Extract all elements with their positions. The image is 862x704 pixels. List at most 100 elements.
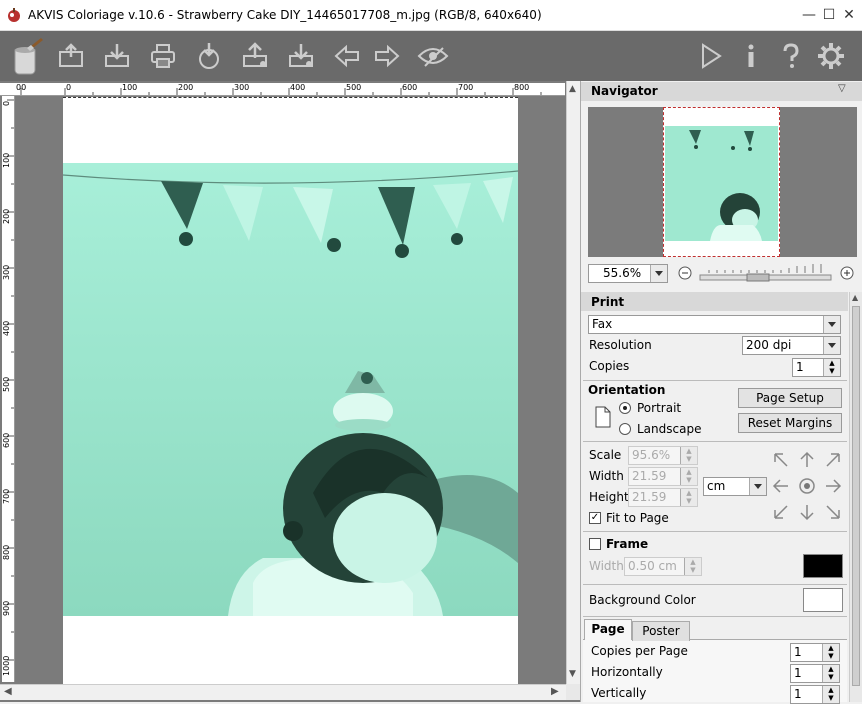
gear-icon[interactable]: [814, 39, 848, 73]
scroll-up-icon[interactable]: ▲: [852, 293, 858, 302]
chevron-down-icon[interactable]: [823, 337, 840, 354]
portrait-radio[interactable]: [619, 402, 631, 414]
scale-value: 95.6%: [632, 448, 671, 462]
height-field[interactable]: 21.59 ▲ ▼: [628, 488, 698, 507]
scroll-down-icon[interactable]: ▼: [569, 669, 576, 679]
help-icon[interactable]: [774, 39, 808, 73]
stepper-arrows-icon[interactable]: ▲ ▼: [680, 489, 697, 506]
print-icon[interactable]: [146, 39, 180, 73]
open-icon[interactable]: [54, 39, 88, 73]
navigator-title: Navigator: [591, 84, 658, 98]
ruler-label: 600: [402, 83, 418, 92]
scroll-thumb[interactable]: [852, 306, 860, 686]
background-color-label: Background Color: [589, 593, 696, 607]
frame-color-swatch[interactable]: [803, 554, 843, 578]
unit-select[interactable]: cm: [703, 477, 767, 496]
export-icon[interactable]: [238, 39, 272, 73]
stepper-arrows-icon[interactable]: ▲ ▼: [680, 468, 697, 485]
page-setup-button[interactable]: Page Setup: [738, 388, 842, 408]
maximize-button[interactable]: ☐: [820, 6, 838, 24]
redo-arrow-icon[interactable]: [370, 39, 404, 73]
landscape-label[interactable]: Landscape: [637, 422, 701, 436]
align-bottom-icon[interactable]: [797, 502, 817, 522]
chevron-down-icon[interactable]: [650, 265, 667, 282]
stepper-arrows-icon[interactable]: ▲ ▼: [823, 359, 840, 376]
navigator-viewport[interactable]: [663, 107, 780, 257]
align-top-right-icon[interactable]: [823, 450, 843, 470]
undo-arrow-icon[interactable]: [330, 39, 364, 73]
paint-bucket-icon[interactable]: [8, 35, 46, 77]
collapse-chevron-icon[interactable]: ▽: [838, 83, 846, 94]
scroll-up-icon[interactable]: ▲: [569, 84, 576, 94]
share-icon[interactable]: [284, 39, 318, 73]
zoom-select[interactable]: 55.6%: [588, 264, 668, 283]
stepper-arrows-icon[interactable]: ▲ ▼: [822, 665, 839, 682]
save-icon[interactable]: [100, 39, 134, 73]
width-field[interactable]: 21.59 ▲ ▼: [628, 467, 698, 486]
chevron-down-icon[interactable]: [823, 316, 840, 333]
ruler-label: 800: [2, 544, 11, 560]
play-icon[interactable]: [694, 39, 728, 73]
stepper-arrows-icon[interactable]: ▲ ▼: [684, 558, 701, 575]
align-center-icon[interactable]: [797, 476, 817, 496]
toolbar: [0, 31, 862, 81]
frame-width-field[interactable]: 0.50 cm ▲ ▼: [624, 557, 702, 576]
printer-select[interactable]: Fax: [588, 315, 841, 334]
landscape-radio[interactable]: [619, 423, 631, 435]
horizontally-stepper[interactable]: 1 ▲ ▼: [790, 664, 840, 683]
frame-width-value: 0.50 cm: [628, 559, 677, 573]
ruler-label: 400: [290, 83, 306, 92]
frame-title[interactable]: Frame: [606, 537, 648, 551]
align-top-left-icon[interactable]: [771, 450, 791, 470]
align-right-icon[interactable]: [823, 476, 843, 496]
ruler-label: 100: [2, 152, 11, 168]
navigator-header[interactable]: Navigator ▽: [581, 82, 862, 101]
tab-poster[interactable]: Poster: [632, 621, 690, 641]
vertical-scrollbar[interactable]: ▲ ▼: [566, 81, 580, 684]
stepper-arrows-icon[interactable]: ▲ ▼: [822, 686, 839, 703]
resolution-select[interactable]: 200 dpi: [742, 336, 841, 355]
frame-checkbox[interactable]: [589, 538, 601, 550]
chevron-down-icon[interactable]: [749, 478, 766, 495]
import-icon[interactable]: [192, 39, 226, 73]
align-bottom-right-icon[interactable]: [823, 502, 843, 522]
portrait-label[interactable]: Portrait: [637, 401, 681, 415]
window-title: AKVIS Coloriage v.10.6 - Strawberry Cake…: [28, 8, 542, 22]
zoom-slider[interactable]: [699, 264, 832, 282]
resolution-label: Resolution: [589, 338, 652, 352]
fit-to-page-label[interactable]: Fit to Page: [606, 511, 669, 525]
stepper-arrows-icon[interactable]: ▲ ▼: [822, 644, 839, 661]
minimize-button[interactable]: —: [800, 6, 818, 24]
scale-field[interactable]: 95.6% ▲ ▼: [628, 446, 698, 465]
zoom-slider-track: [699, 264, 832, 282]
align-left-icon[interactable]: [771, 476, 791, 496]
zoom-out-icon[interactable]: [678, 266, 692, 280]
scroll-right-icon[interactable]: ▶: [551, 686, 559, 697]
vertically-stepper[interactable]: 1 ▲ ▼: [790, 685, 840, 704]
reset-margins-button[interactable]: Reset Margins: [738, 413, 842, 433]
ruler-label: 200: [2, 208, 11, 224]
scale-label: Scale: [589, 448, 622, 462]
align-top-icon[interactable]: [797, 450, 817, 470]
copies-per-page-label: Copies per Page: [591, 644, 688, 658]
close-button[interactable]: ✕: [840, 6, 858, 24]
scroll-left-icon[interactable]: ◀: [4, 686, 12, 697]
ruler-label: 700: [458, 83, 474, 92]
zoom-in-icon[interactable]: [840, 266, 854, 280]
tab-page[interactable]: Page: [584, 619, 632, 640]
canvas-margin: [15, 96, 63, 684]
copies-stepper[interactable]: 1 ▲ ▼: [792, 358, 841, 377]
horizontal-scrollbar[interactable]: ◀ ▶: [0, 684, 566, 700]
background-color-swatch[interactable]: [803, 588, 843, 612]
divider: [583, 616, 847, 617]
align-bottom-left-icon[interactable]: [771, 502, 791, 522]
resize-grip-icon[interactable]: [566, 684, 580, 700]
stepper-arrows-icon[interactable]: ▲ ▼: [680, 447, 697, 464]
navigator-preview[interactable]: [588, 107, 857, 257]
ruler-label: 800: [514, 83, 530, 92]
copies-per-page-stepper[interactable]: 1 ▲ ▼: [790, 643, 840, 662]
eye-preview-icon[interactable]: [416, 39, 450, 73]
panel-scrollbar[interactable]: ▲: [849, 292, 862, 702]
info-icon[interactable]: [734, 39, 768, 73]
fit-to-page-checkbox[interactable]: ✓: [589, 512, 601, 524]
